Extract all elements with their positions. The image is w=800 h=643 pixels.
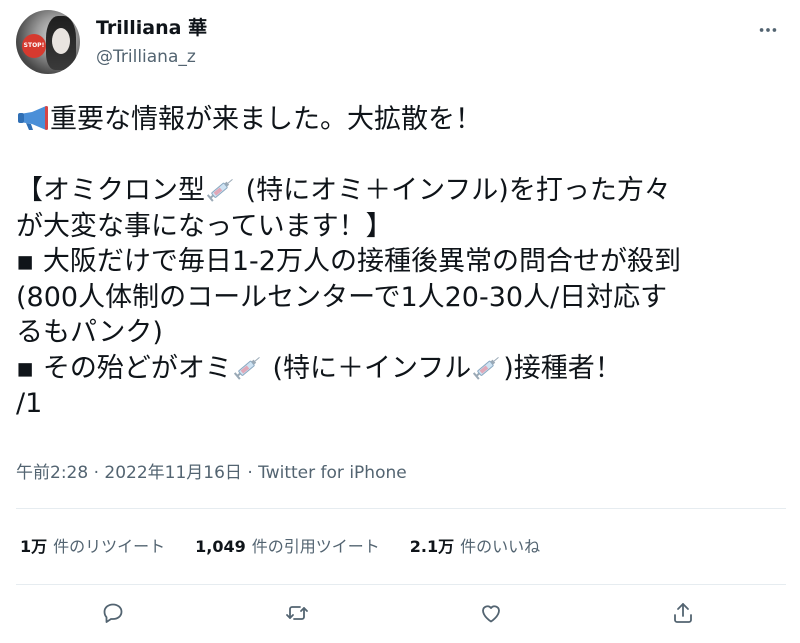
tweet-stats: 1万 件のリツイート 1,049 件の引用ツイート 2.1万 件のいいね	[20, 534, 570, 560]
likes-count: 2.1万	[409, 537, 455, 556]
syringe-icon	[233, 356, 260, 380]
tweet-line-4: が大変な事になっています！】	[16, 210, 393, 242]
tweet-line-1: 重要な情報が来ました。大拡散を！	[16, 102, 786, 138]
reply-button[interactable]	[96, 596, 130, 630]
tweet-line-6: (800人体制のコールセンターで1人20-30人/日対応す	[16, 281, 668, 313]
retweets-stat[interactable]: 1万 件のリツイート	[20, 536, 165, 558]
display-name[interactable]: Trilliana 華	[96, 16, 207, 40]
likes-stat[interactable]: 2.1万 件のいいね	[410, 536, 540, 558]
like-button[interactable]	[474, 596, 508, 630]
more-icon	[759, 28, 777, 32]
tweet-source[interactable]: Twitter for iPhone	[258, 463, 407, 483]
tweet-line-8-after: )接種者！	[503, 352, 622, 384]
retweet-icon	[286, 606, 308, 620]
tweet-body: 重要な情報が来ました。大拡散を！ 【オミクロン型 (特にオミ＋インフル)を打った…	[16, 102, 786, 422]
tweet-line-3-before: 【オミクロン型	[16, 175, 205, 206]
avatar[interactable]: STOP!	[16, 10, 80, 74]
tweet-line-1-text: 重要な情報が来ました。大拡散を！	[50, 104, 482, 135]
megaphone-icon	[18, 106, 48, 130]
divider	[16, 508, 786, 509]
meta-separator: ·	[88, 463, 105, 483]
tweet-header: STOP! Trilliana 華 @Trilliana_z	[0, 0, 800, 88]
tweet-line-5: ▪ 大阪だけで毎日1-2万人の接種後異常の問合せが殺到	[16, 246, 681, 277]
tweet-line-8-before: ▪ その殆どがオミ	[16, 352, 232, 384]
tweet-line-3: 【オミクロン型 (特にオミ＋インフル)を打った方々	[16, 173, 786, 209]
share-icon	[674, 603, 692, 623]
quotes-stat[interactable]: 1,049 件の引用ツイート	[195, 536, 380, 558]
retweets-count: 1万	[20, 537, 48, 556]
likes-label: 件のいいね	[460, 537, 541, 556]
tweet-line-2	[16, 138, 786, 174]
meta-separator: ·	[241, 463, 259, 483]
tweet-meta: 午前2:28 · 2022年11月16日 · Twitter for iPhon…	[16, 461, 407, 485]
tweet-actions	[0, 596, 800, 630]
tweet-time[interactable]: 午前2:28	[16, 463, 88, 483]
tweet-line-8-middle: (特に＋インフル	[263, 352, 472, 384]
avatar-face	[52, 28, 70, 54]
quotes-count: 1,049	[195, 537, 246, 556]
tweet-line-9: /1	[16, 388, 43, 419]
tweet-date[interactable]: 2022年11月16日	[104, 463, 242, 483]
syringe-icon	[206, 178, 233, 202]
retweet-button[interactable]	[280, 596, 314, 630]
share-button[interactable]	[666, 596, 700, 630]
tweet-line-7: るもパンク)	[16, 317, 163, 348]
reply-icon	[103, 603, 123, 623]
divider	[16, 584, 786, 585]
tweet-line-3-after: (特にオミ＋インフル)を打った方々	[237, 175, 671, 206]
avatar-stop-badge: STOP!	[22, 34, 46, 58]
user-handle[interactable]: @Trilliana_z	[96, 46, 196, 68]
tweet-line-8: ▪ その殆どがオミ (特に＋インフル )接種者！	[16, 351, 786, 387]
more-button[interactable]	[750, 18, 786, 42]
heart-icon	[482, 605, 500, 623]
syringe-icon	[473, 356, 500, 380]
retweets-label: 件のリツイート	[53, 537, 166, 556]
quotes-label: 件の引用ツイート	[251, 537, 380, 556]
